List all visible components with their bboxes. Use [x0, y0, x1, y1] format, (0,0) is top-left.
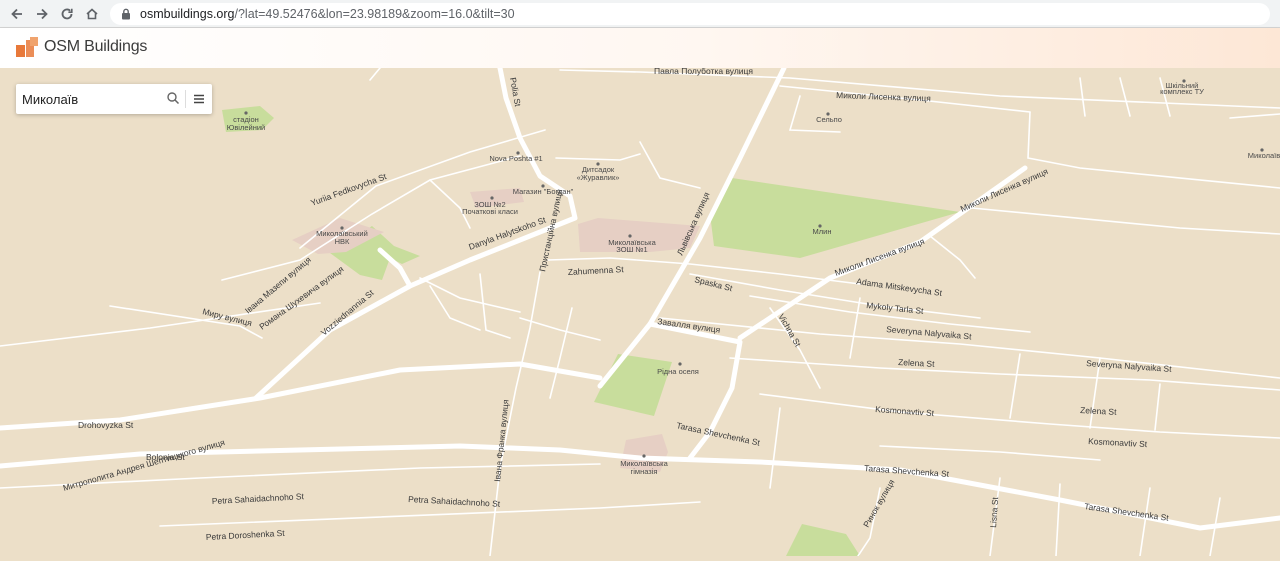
- map-svg[interactable]: Drohovyzka St Митрополита Андрея Шептиць…: [0, 65, 1280, 557]
- poi-gymnasium-line2: гімназія: [631, 467, 658, 476]
- label-bolonia: Bolonia St: [146, 452, 185, 462]
- app-header: OSM Buildings: [0, 28, 1280, 68]
- poi-ridna-oselia: Рідна оселя: [657, 367, 699, 376]
- logo[interactable]: OSM Buildings: [16, 37, 147, 57]
- url-host: osmbuildings.org: [140, 7, 235, 21]
- search-input[interactable]: [22, 89, 166, 109]
- poi-school2-icon: [490, 196, 494, 200]
- poi-selpo-icon: [826, 112, 830, 116]
- search-icon[interactable]: [166, 91, 182, 107]
- poi-mykolaiv-edge: Миколаїв: [1248, 151, 1280, 160]
- poi-edge-icon: [1260, 148, 1264, 152]
- url-text: osmbuildings.org/?lat=49.52476&lon=23.98…: [140, 7, 515, 21]
- poi-school1-line2: ЗОШ №1: [616, 245, 647, 254]
- poi-shop: Магазин "Богдан": [513, 187, 574, 196]
- poi-school1-icon: [628, 234, 632, 238]
- poi-stadium-icon: [244, 111, 248, 115]
- poi-shop-icon: [541, 184, 545, 188]
- poi-nvk-line2: НВК: [335, 237, 350, 246]
- reload-icon[interactable]: [57, 4, 77, 24]
- poi-kindergarten-line2: «Журавлик»: [577, 173, 620, 182]
- arrow-right-icon[interactable]: [32, 4, 52, 24]
- poi-gymnasium-icon: [642, 454, 646, 458]
- poi-nvk-icon: [340, 226, 344, 230]
- poi-school2-line2: Початкові класи: [462, 207, 518, 216]
- poi-complex-line2: комплекс ТУ: [1160, 87, 1204, 96]
- poi-kindergarten-icon: [596, 162, 600, 166]
- lock-icon[interactable]: [118, 6, 134, 22]
- label-drohovyzka: Drohovyzka St: [78, 420, 134, 430]
- browser-toolbar: osmbuildings.org/?lat=49.52476&lon=23.98…: [0, 0, 1280, 28]
- poi-mlyn: Млин: [813, 227, 832, 236]
- url-path: /?lat=49.52476&lon=23.98189&zoom=16.0&ti…: [234, 7, 515, 21]
- map-canvas[interactable]: Drohovyzka St Митрополита Андрея Шептиць…: [0, 65, 1280, 557]
- label-zelena-2: Zelena St: [1080, 405, 1117, 417]
- poi-nova-poshta: Nova Poshta #1: [489, 154, 542, 163]
- map-land: [0, 68, 1280, 556]
- poi-complex-icon: [1182, 79, 1186, 83]
- poi-ridna-oselia-icon: [678, 362, 682, 366]
- search-divider: [185, 90, 186, 108]
- poi-stadium-line2: Ювілейний: [227, 123, 266, 132]
- poi-nova-poshta-icon: [516, 151, 520, 155]
- address-bar[interactable]: osmbuildings.org/?lat=49.52476&lon=23.98…: [110, 3, 1270, 25]
- label-zelena-1: Zelena St: [898, 357, 935, 369]
- osm-buildings-logo-icon: [16, 37, 38, 57]
- search-panel: [16, 84, 212, 114]
- poi-mlyn-icon: [818, 224, 822, 228]
- home-icon[interactable]: [82, 4, 102, 24]
- poi-selpo: Сельпо: [816, 115, 842, 124]
- arrow-left-icon[interactable]: [7, 4, 27, 24]
- logo-text: OSM Buildings: [44, 38, 148, 55]
- menu-icon[interactable]: [192, 92, 206, 106]
- label-polubotka: Павла Полуботка вулиця: [654, 68, 753, 76]
